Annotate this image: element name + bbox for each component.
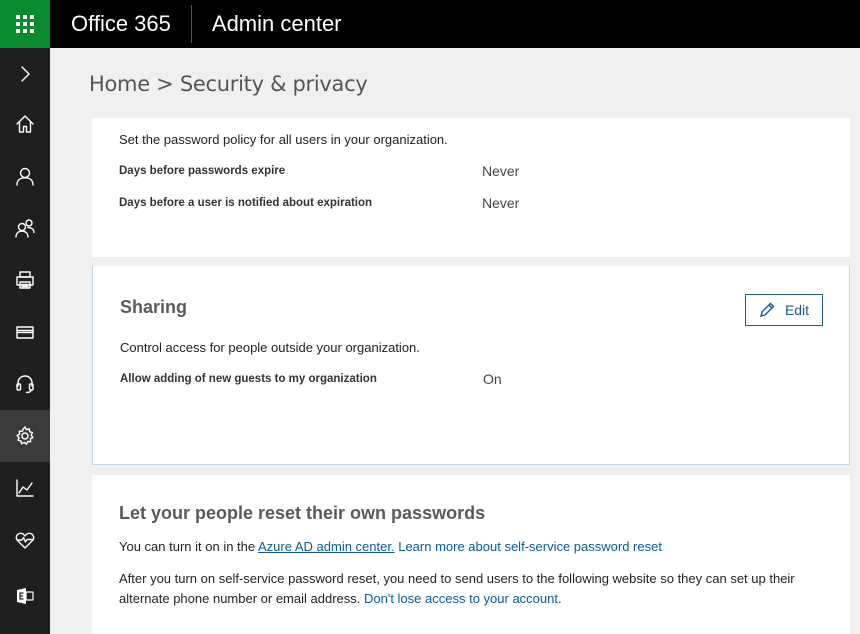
breadcrumb[interactable]: Home > Security & privacy [89,72,368,96]
password-expire-value: Never [482,163,520,179]
nav-expand-button[interactable] [0,48,50,100]
nav-groups[interactable] [0,202,50,254]
app-name[interactable]: Admin center [192,5,342,43]
password-policy-description: Set the password policy for all users in… [119,132,448,147]
printer-icon [16,271,34,289]
nav-settings[interactable] [0,410,50,462]
dont-lose-access-link[interactable]: Don't lose access to your account [364,591,558,606]
exchange-icon [17,588,34,604]
self-service-line2: After you turn on self-service password … [119,569,829,609]
guests-label: Allow adding of new guests to my organiz… [120,373,377,385]
nav-home[interactable] [0,98,50,150]
nav-admin-centers[interactable] [0,570,50,622]
home-icon [16,115,34,133]
password-expire-label: Days before passwords expire [119,165,286,177]
nav-resources[interactable] [0,254,50,306]
expiration-notice-value: Never [482,195,520,211]
left-navigation [0,48,50,634]
groups-icon [15,219,35,238]
nav-support[interactable] [0,358,50,410]
expiration-notice-label: Days before a user is notified about exp… [119,197,373,209]
user-icon [16,167,34,186]
nav-reports[interactable] [0,462,50,514]
top-bar: Office 365 Admin center [0,0,860,48]
self-service-title: Let your people reset their own password… [119,503,486,523]
pencil-icon [759,302,775,317]
line1-prefix: You can turn it on in the [119,539,259,554]
chevron-right-icon [21,66,30,82]
billing-icon [16,326,34,339]
self-service-reset-card: Let your people reset their own password… [92,475,850,634]
health-icon [15,532,35,549]
sharing-description: Control access for people outside your o… [120,340,420,355]
azure-ad-link[interactable]: Azure AD admin center. [258,539,395,554]
sharing-title: Sharing [120,297,188,317]
learn-more-link[interactable]: Learn more about self-service password r… [398,539,662,554]
sharing-edit-button[interactable]: Edit [745,294,823,326]
brand-title[interactable]: Office 365 [50,5,192,43]
nav-health[interactable] [0,514,50,566]
nav-billing[interactable] [0,306,50,358]
chart-icon [16,479,34,497]
line2-suffix: . [557,591,562,606]
edit-label: Edit [784,302,810,318]
self-service-line1: You can turn it on in the Azure AD admin… [119,537,829,557]
waffle-icon [16,15,34,33]
nav-users[interactable] [0,150,50,202]
app-launcher-button[interactable] [0,0,50,48]
password-policy-card: Set the password policy for all users in… [92,118,850,257]
gear-icon [16,426,34,445]
headset-icon [16,375,34,394]
guests-value: On [483,371,502,387]
sharing-card: Sharing Edit Control access for people o… [92,265,850,465]
